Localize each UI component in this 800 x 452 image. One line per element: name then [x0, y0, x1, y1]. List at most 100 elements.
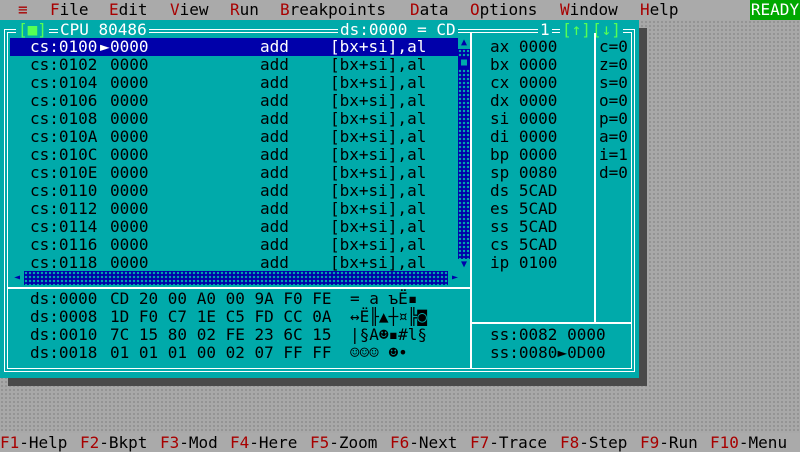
fkey-here[interactable]: F4-Here — [230, 434, 297, 452]
scroll-up-arrow-icon[interactable]: ▲ — [458, 37, 470, 49]
register-row[interactable]: cx 0000 — [490, 74, 557, 92]
fkey-mod[interactable]: F3-Mod — [160, 434, 218, 452]
register-name: bx — [490, 55, 510, 74]
vertical-scrollbar[interactable]: ▲ ■ ▼ — [458, 37, 470, 271]
flag-row[interactable]: o=0 — [599, 92, 628, 110]
menu-window[interactable]: Window — [560, 1, 618, 19]
register-row[interactable]: ip 0100 — [490, 254, 557, 272]
fkey-menu[interactable]: F10-Menu — [710, 434, 787, 452]
register-row[interactable]: di 0000 — [490, 128, 557, 146]
flag-name: p — [599, 109, 609, 128]
register-value: 0000 — [518, 73, 558, 92]
fkey-help[interactable]: F1-Help — [0, 434, 67, 452]
register-name: es — [490, 199, 510, 218]
menu-bar: ≡ File Edit View Run Breakpoints Data Op… — [0, 0, 800, 20]
zoom-up-button[interactable]: [↑] — [560, 21, 593, 39]
fkey-next[interactable]: F6-Next — [390, 434, 457, 452]
code-address: cs:0102 — [30, 55, 98, 74]
vertical-scroll-track[interactable] — [458, 49, 470, 259]
fkey-step[interactable]: F8-Step — [560, 434, 627, 452]
menu-view[interactable]: View — [170, 1, 209, 19]
menu-breakpoints[interactable]: Breakpoints — [280, 1, 386, 19]
flag-row[interactable]: i=1 — [599, 146, 628, 164]
menu-options[interactable]: Options — [470, 1, 537, 19]
menu-edit-label: dit — [118, 0, 148, 19]
flag-row[interactable]: s=0 — [599, 74, 628, 92]
stack-row[interactable]: ss:0082 0000 — [490, 326, 606, 344]
code-line[interactable]: cs:0104 0000 add [bx+si],al — [10, 74, 462, 92]
menu-view-label: iew — [179, 0, 209, 19]
fkey-bkpt[interactable]: F2-Bkpt — [80, 434, 147, 452]
menu-data[interactable]: Data — [410, 1, 449, 19]
code-line[interactable]: cs:0112 0000 add [bx+si],al — [10, 200, 462, 218]
divider-code-registers — [470, 33, 472, 368]
system-menu[interactable]: ≡ — [18, 1, 28, 19]
register-row[interactable]: si 0000 — [490, 110, 557, 128]
dump-row[interactable]: ds:0000 CD 20 00 A0 00 9A F0 FE = a ъЁ▪ — [10, 290, 460, 308]
dump-row[interactable]: ds:0008 1D F0 C7 1E C5 FD CC 0A ↔Ё╟▲┼¤╠◙ — [10, 308, 460, 326]
menu-edit[interactable]: Edit — [109, 1, 148, 19]
code-line[interactable]: cs:010E 0000 add [bx+si],al — [10, 164, 462, 182]
flag-row[interactable]: z=0 — [599, 56, 628, 74]
fkey-trace[interactable]: F7-Trace — [470, 434, 547, 452]
fkey-zoom-label: -Zoom — [329, 433, 378, 452]
dump-address: ds:0008 — [30, 307, 98, 326]
flag-name: d — [599, 163, 609, 182]
register-row[interactable]: bx 0000 — [490, 56, 557, 74]
register-row[interactable]: es 5CAD — [490, 200, 557, 218]
code-line[interactable]: cs:0114 0000 add [bx+si],al — [10, 218, 462, 236]
scroll-down-arrow-icon[interactable]: ▼ — [458, 259, 470, 271]
menu-help[interactable]: Help — [640, 1, 679, 19]
code-bytes: 0000 — [110, 109, 149, 128]
fkey-run[interactable]: F9-Run — [640, 434, 698, 452]
dump-bytes: 7C 15 80 02 FE 23 6C 15 — [110, 325, 332, 344]
register-row[interactable]: cs 5CAD — [490, 236, 557, 254]
flag-value: 0 — [618, 163, 628, 182]
horizontal-scrollbar[interactable]: ◄ ► — [10, 271, 462, 285]
code-line-selected[interactable]: cs:0100 ► 0000 add [bx+si],al — [10, 38, 462, 56]
stack-row[interactable]: ss:0080►0D00 — [490, 344, 606, 362]
register-row[interactable]: ax 0000 — [490, 38, 557, 56]
code-line[interactable]: cs:0116 0000 add [bx+si],al — [10, 236, 462, 254]
flag-row[interactable]: p=0 — [599, 110, 628, 128]
flag-row[interactable]: d=0 — [599, 164, 628, 182]
dump-bytes: 1D F0 C7 1E C5 FD CC 0A — [110, 307, 332, 326]
code-mnemonic: add — [260, 235, 289, 254]
code-line[interactable]: cs:010A 0000 add [bx+si],al — [10, 128, 462, 146]
code-bytes: 0000 — [110, 37, 149, 56]
register-row[interactable]: bp 0000 — [490, 146, 557, 164]
code-line[interactable]: cs:0102 0000 add [bx+si],al — [10, 56, 462, 74]
scroll-thumb[interactable]: ■ — [458, 57, 470, 69]
register-row[interactable]: ss 5CAD — [490, 218, 557, 236]
menu-help-hotkey: H — [640, 0, 650, 19]
dump-ascii: = a ъЁ▪ — [350, 289, 418, 308]
scroll-right-arrow-icon[interactable]: ► — [448, 271, 462, 285]
menu-file[interactable]: File — [50, 1, 89, 19]
code-line[interactable]: cs:010C 0000 add [bx+si],al — [10, 146, 462, 164]
register-row[interactable]: dx 0000 — [490, 92, 557, 110]
window-shadow-right — [639, 28, 647, 386]
status-ready-indicator: READY — [750, 0, 800, 20]
register-name: ss — [490, 217, 510, 236]
code-line[interactable]: cs:0118 0000 add [bx+si],al — [10, 254, 462, 272]
fkey-trace-label: -Trace — [489, 433, 548, 452]
code-bytes: 0000 — [110, 235, 149, 254]
scroll-left-arrow-icon[interactable]: ◄ — [10, 271, 24, 285]
code-line[interactable]: cs:0108 0000 add [bx+si],al — [10, 110, 462, 128]
horizontal-scroll-track[interactable] — [24, 271, 448, 285]
code-line[interactable]: cs:0106 0000 add [bx+si],al — [10, 92, 462, 110]
dump-row[interactable]: ds:0018 01 01 01 00 02 07 FF FF ☺☺☺ ☻• — [10, 344, 460, 362]
code-line[interactable]: cs:0110 0000 add [bx+si],al — [10, 182, 462, 200]
fkey-zoom[interactable]: F5-Zoom — [310, 434, 377, 452]
dump-address: ds:0018 — [30, 343, 98, 362]
dump-row[interactable]: ds:0010 7C 15 80 02 FE 23 6C 15 |§А☻▪#l§ — [10, 326, 460, 344]
flag-row[interactable]: a=0 — [599, 128, 628, 146]
register-row[interactable]: sp 0080 — [490, 164, 557, 182]
menu-file-hotkey: F — [50, 0, 60, 19]
menu-run[interactable]: Run — [230, 1, 259, 19]
flag-name: a — [599, 127, 609, 146]
flag-row[interactable]: c=0 — [599, 38, 628, 56]
register-row[interactable]: ds 5CAD — [490, 182, 557, 200]
cpu-window[interactable]: [■] CPU 80486 ds:0000 = CD 1 [↑] [↓] cs:… — [0, 20, 639, 378]
register-value: 0000 — [518, 55, 558, 74]
